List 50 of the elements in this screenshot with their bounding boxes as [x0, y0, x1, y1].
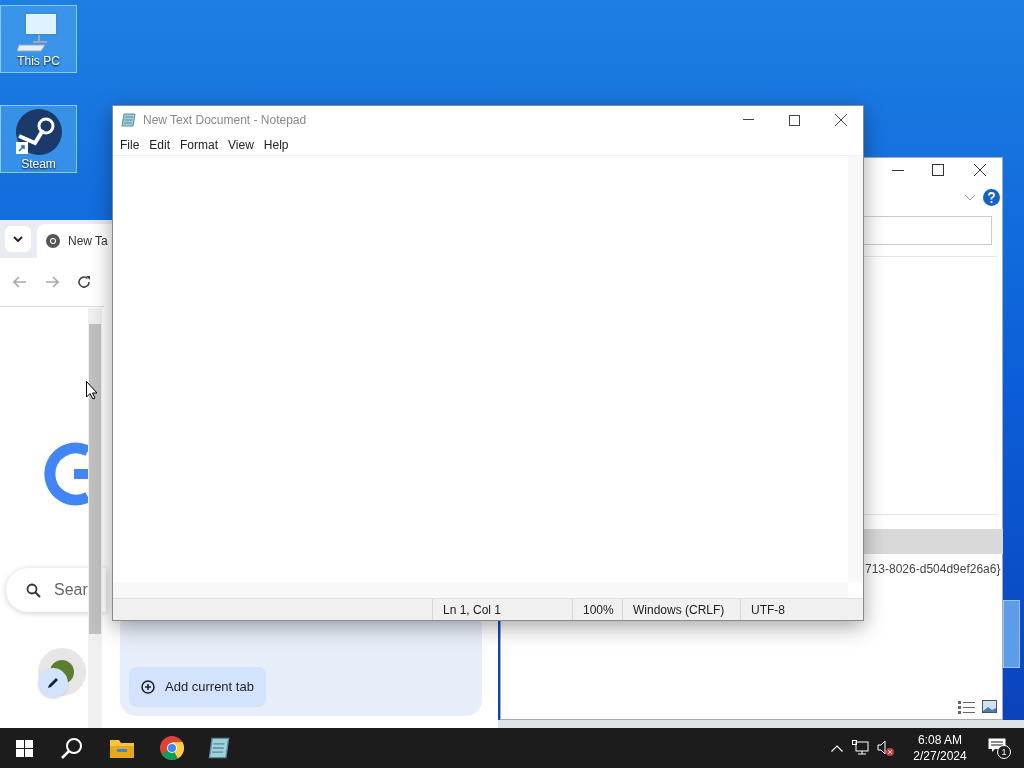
minimize-icon[interactable] [892, 170, 904, 172]
browser-logo-icon [46, 234, 60, 248]
maximize-icon[interactable] [789, 114, 800, 126]
notepad-icon[interactable] [208, 737, 230, 759]
add-circle-icon [141, 680, 155, 694]
folder-icon[interactable] [110, 738, 134, 758]
notification-button[interactable]: 1 [988, 737, 1010, 759]
menu-item[interactable]: File [115, 135, 145, 154]
search-icon[interactable] [61, 737, 83, 759]
status-bar-field: UTF-8 [740, 599, 848, 620]
details-view-icon[interactable] [958, 701, 975, 714]
pencil-icon [47, 677, 59, 689]
menu-item[interactable]: Edit [144, 135, 176, 154]
status-bar-field: Ln 1, Col 1 [432, 599, 572, 620]
clock-date[interactable]: 2/27/2024 [913, 748, 967, 764]
desktop-icon-label: Steam [21, 158, 56, 170]
desktop-icon-label: This PC [17, 55, 60, 67]
close-icon[interactable] [835, 114, 847, 126]
tab-list-button[interactable] [5, 226, 31, 252]
preview-view-icon[interactable] [982, 700, 997, 713]
maximize-icon[interactable] [932, 164, 944, 176]
edit-button[interactable] [38, 668, 68, 698]
notification-count: 1 [997, 745, 1011, 759]
windows-start-icon[interactable] [16, 739, 33, 757]
notepad-icon [121, 112, 137, 128]
add-tab-button[interactable]: Add current tab [129, 667, 266, 707]
computer-icon [16, 11, 61, 53]
browser-tab[interactable]: New Ta [37, 224, 112, 258]
clock-time[interactable]: 6:08 AM [918, 732, 962, 748]
help-icon[interactable] [983, 189, 1000, 206]
chevron-down-icon [13, 236, 23, 242]
network-icon[interactable] [852, 740, 869, 756]
search-icon [26, 582, 41, 598]
window-edge [1003, 600, 1020, 668]
close-icon[interactable] [974, 164, 986, 176]
status-bar-field: 100% [572, 599, 622, 620]
steam-logo-icon [14, 108, 63, 156]
menu-item[interactable]: Format [175, 135, 224, 154]
guid-text: 713-8026-d504d9ef26a6} [865, 561, 1001, 578]
window-title: New Text Document - Notepad [143, 112, 307, 129]
mouse-pointer-icon [86, 381, 98, 400]
menu-item[interactable]: View [223, 135, 259, 154]
browser-logo-icon[interactable] [160, 736, 184, 760]
status-bar-field: Windows (CRLF) [622, 599, 740, 620]
menu-item[interactable]: Help [258, 135, 294, 154]
minimize-icon[interactable] [743, 119, 754, 121]
volume-icon[interactable] [877, 740, 894, 756]
chevron-down-icon[interactable] [965, 195, 975, 201]
reload-icon[interactable] [77, 275, 91, 289]
chevron-up-icon[interactable] [831, 744, 843, 752]
